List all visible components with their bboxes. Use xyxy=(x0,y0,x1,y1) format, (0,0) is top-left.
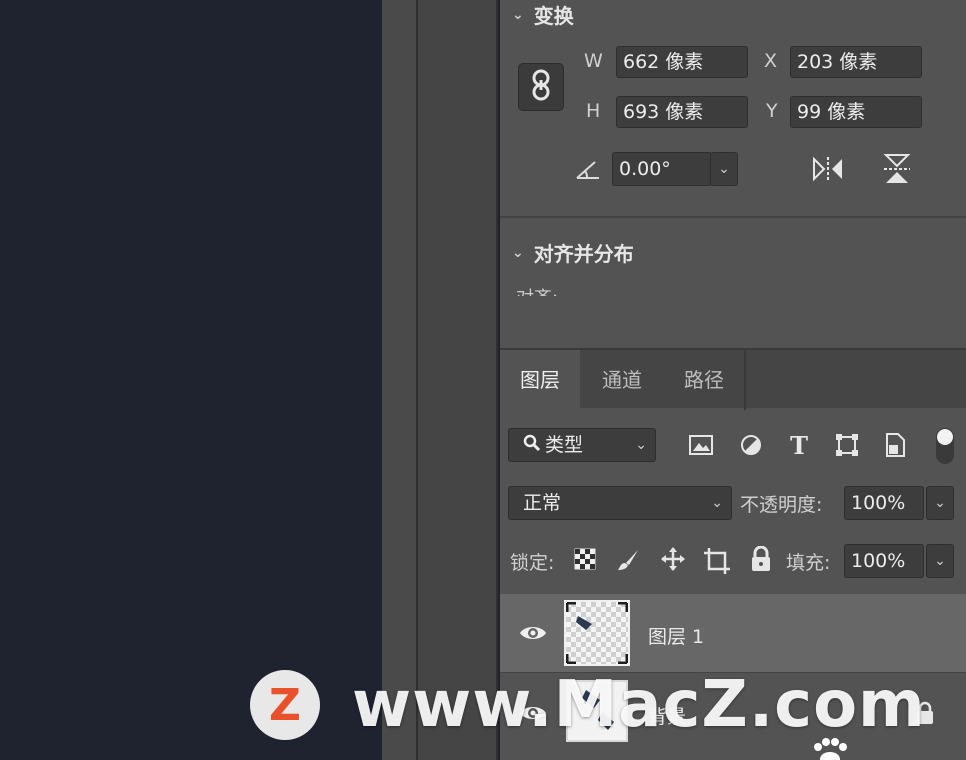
transform-title: 变换 xyxy=(533,4,574,28)
blend-mode-value: 正常 xyxy=(523,492,562,514)
flip-horizontal-icon[interactable] xyxy=(810,154,846,184)
chevron-down-icon: ⌄ xyxy=(512,6,524,23)
x-label: X xyxy=(764,50,778,72)
lock-position-move-icon[interactable] xyxy=(658,544,688,574)
canvas-scrollbar-gutter xyxy=(382,0,418,760)
align-section-header[interactable]: ⌄ 对齐并分布 xyxy=(512,238,634,267)
search-icon xyxy=(523,430,541,462)
fill-label: 填充: xyxy=(786,552,831,574)
angle-field[interactable]: 0.00° xyxy=(612,152,712,186)
x-field[interactable]: 203 像素 xyxy=(790,46,922,78)
chevron-down-icon: ⌄ xyxy=(934,553,946,569)
chevron-down-icon: ⌄ xyxy=(512,244,524,261)
flip-vertical-icon[interactable] xyxy=(880,152,914,186)
y-field[interactable]: 99 像素 xyxy=(790,96,922,128)
toggle-knob xyxy=(937,429,953,445)
height-label: H xyxy=(586,100,601,122)
tab-separator xyxy=(744,350,746,410)
document-canvas[interactable] xyxy=(0,0,382,760)
watermark-logo-letter: Z xyxy=(269,679,301,731)
watermark-logo: Z xyxy=(250,670,320,740)
layer-name: 图层 1 xyxy=(648,626,705,648)
panel-dock-gap xyxy=(418,0,498,760)
opacity-field[interactable]: 100% xyxy=(844,486,924,520)
site-watermark: Z www.MacZ.com xyxy=(250,668,926,742)
image-filter-icon[interactable] xyxy=(686,430,716,460)
angle-dropdown-button[interactable]: ⌄ xyxy=(710,152,738,186)
layer-thumbnail xyxy=(564,600,630,666)
opacity-label: 不透明度: xyxy=(740,494,823,516)
tab-paths[interactable]: 路径 xyxy=(664,350,744,410)
height-field[interactable]: 693 像素 xyxy=(616,96,748,128)
adjustment-filter-icon[interactable] xyxy=(736,430,766,460)
align-sublabel: 对齐: xyxy=(516,284,558,296)
fill-dropdown-button[interactable]: ⌄ xyxy=(926,544,954,578)
chain-link-icon xyxy=(530,69,552,105)
shape-filter-icon[interactable] xyxy=(832,430,862,460)
section-divider xyxy=(500,216,966,218)
lock-transparent-pixels-icon[interactable] xyxy=(572,546,598,572)
filter-toggle-switch[interactable] xyxy=(936,428,954,464)
tab-layers[interactable]: 图层 xyxy=(500,350,580,410)
properties-layers-panel: ⌄ 变换 W 662 像素 X 203 像素 H 693 像素 Y 99 像素 … xyxy=(500,0,966,760)
layers-tabs: 图层 通道 路径 xyxy=(500,348,966,410)
watermark-text: www.MacZ.com xyxy=(352,668,926,742)
chevron-down-icon: ⌄ xyxy=(934,495,946,511)
blend-mode-select[interactable]: 正常 ⌄ xyxy=(508,486,732,520)
width-label: W xyxy=(584,50,603,72)
chevron-down-icon: ⌄ xyxy=(635,437,647,453)
type-filter-icon[interactable]: T xyxy=(784,430,814,460)
tab-channels[interactable]: 通道 xyxy=(582,350,662,410)
transform-section-header[interactable]: ⌄ 变换 xyxy=(512,0,574,29)
fill-field[interactable]: 100% xyxy=(844,544,924,578)
lock-image-pixels-brush-icon[interactable] xyxy=(614,546,642,574)
lock-label: 锁定: xyxy=(510,552,555,574)
opacity-dropdown-button[interactable]: ⌄ xyxy=(926,486,954,520)
y-label: Y xyxy=(766,100,778,122)
width-field[interactable]: 662 像素 xyxy=(616,46,748,78)
smart-object-filter-icon[interactable] xyxy=(880,430,910,460)
chevron-down-icon: ⌄ xyxy=(711,495,723,511)
lock-artboard-crop-icon[interactable] xyxy=(702,546,732,576)
chevron-down-icon: ⌄ xyxy=(718,161,730,177)
angle-icon xyxy=(574,156,602,184)
eye-visibility-icon[interactable] xyxy=(516,618,550,648)
link-dimensions-button[interactable] xyxy=(518,63,564,111)
layer-filter-kind-select[interactable]: 类型 ⌄ xyxy=(508,428,656,462)
align-title: 对齐并分布 xyxy=(533,242,634,266)
lock-all-padlock-icon[interactable] xyxy=(748,544,774,574)
layer-row[interactable]: 图层 1 xyxy=(500,594,966,672)
filter-kind-label: 类型 xyxy=(545,434,584,456)
